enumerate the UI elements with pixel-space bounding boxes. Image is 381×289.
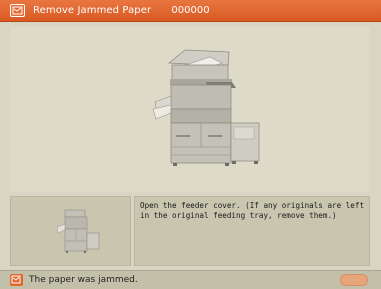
instruction-text: Open the feeder cover. (If any originals… — [140, 201, 369, 220]
jam-screen: Remove Jammed Paper 000000 Open the feed… — [0, 0, 381, 289]
error-code: 000000 — [171, 5, 210, 16]
status-message: The paper was jammed. — [29, 275, 138, 285]
copier-image — [152, 49, 260, 166]
jam-alert-icon — [10, 274, 23, 286]
instruction-panel: Open the feeder cover. (If any originals… — [134, 196, 370, 266]
copier-illustration — [10, 27, 370, 192]
copier-thumbnail — [56, 209, 100, 253]
title-bar: Remove Jammed Paper 000000 — [0, 0, 381, 22]
status-bar: The paper was jammed. — [0, 270, 381, 289]
status-toggle-button[interactable] — [340, 274, 368, 286]
thumbnail-panel — [10, 196, 131, 266]
